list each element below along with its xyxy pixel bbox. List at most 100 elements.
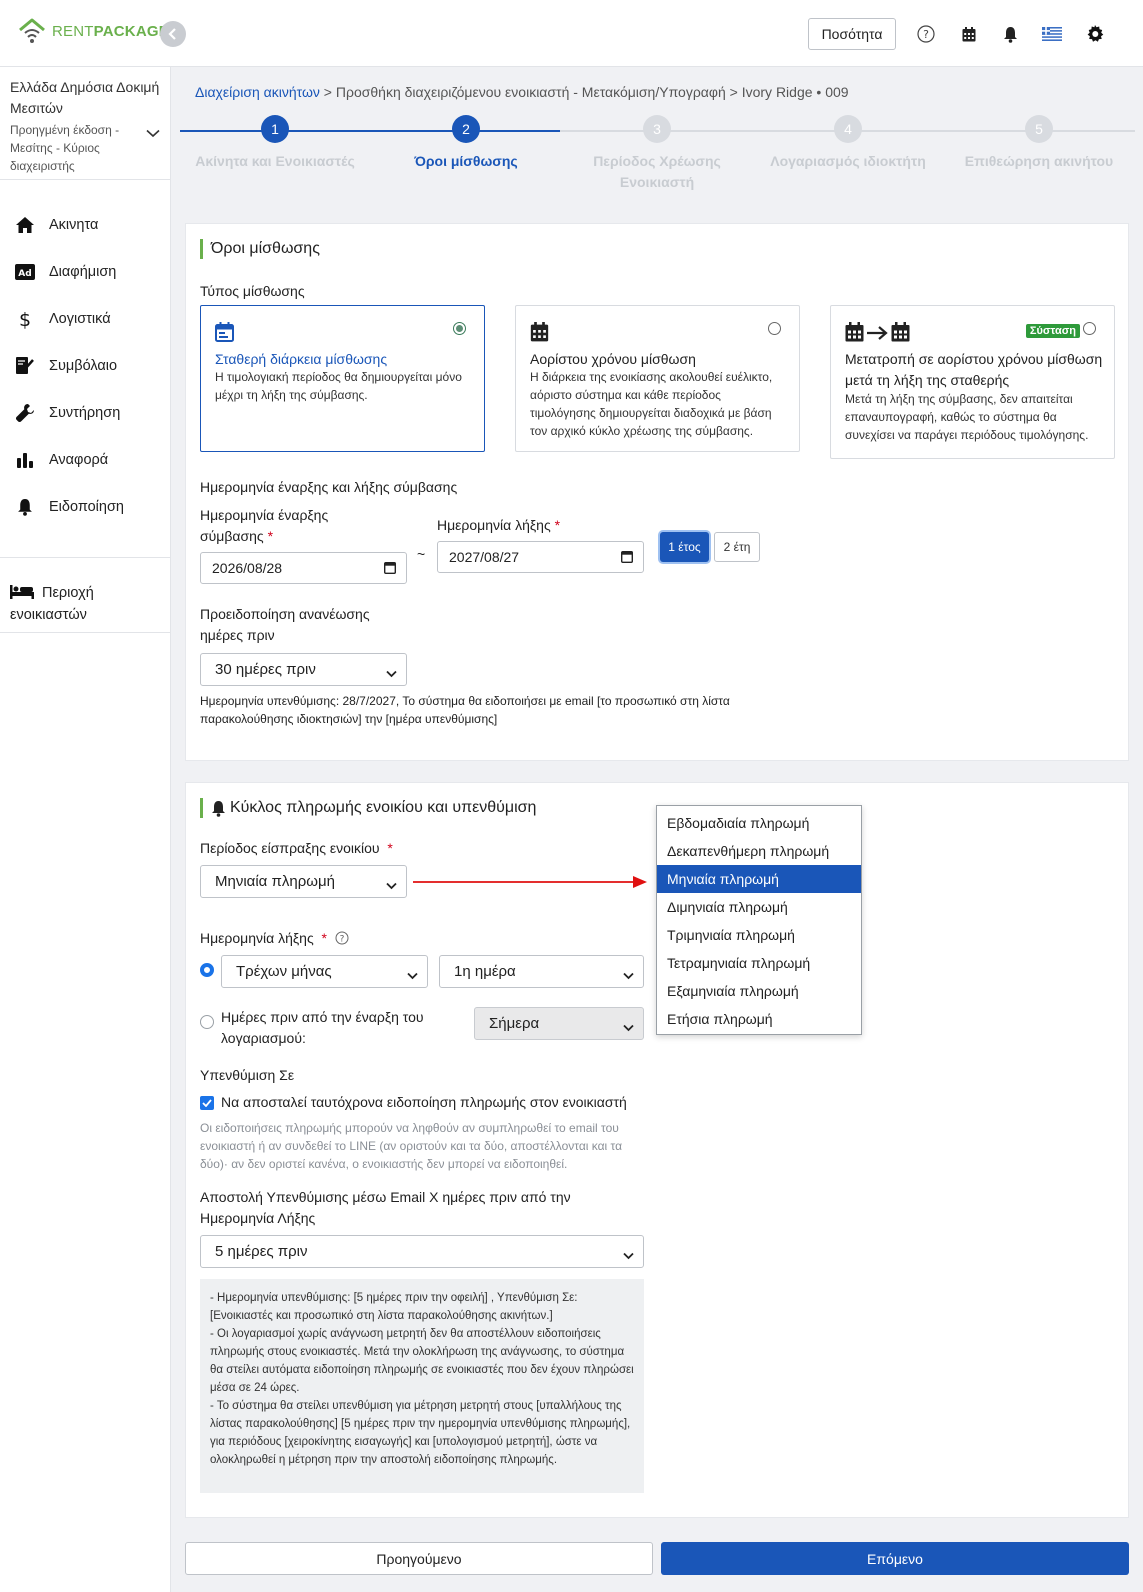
greek-flag-icon[interactable] <box>1040 22 1064 46</box>
rent-period-select[interactable]: Μηνιαία πληρωμή <box>200 865 407 898</box>
remind-to-label: Υπενθύμιση Σε <box>200 1067 295 1083</box>
step-2[interactable]: 2 Όροι μίσθωσης <box>371 115 561 172</box>
lease-option-description: Μετά τη λήξη της σύμβασης, δεν απαιτείτα… <box>845 392 1089 442</box>
sidebar: Ελλάδα Δημόσια Δοκιμή Μεσιτών Προηγμένη … <box>0 67 171 1592</box>
due-month-select[interactable]: Τρέχων μήνας <box>221 955 428 988</box>
help-icon[interactable]: ? <box>335 931 349 945</box>
dropdown-option-semiannual[interactable]: Εξαμηνιαία πληρωμή <box>657 977 861 1005</box>
chevron-down-icon[interactable] <box>146 125 160 141</box>
email-reminder-value: 5 ημέρες πριν <box>215 1243 308 1260</box>
lease-option-fixed[interactable]: Σταθερή διάρκεια μίσθωσης Η τιμολογιακή … <box>200 305 485 452</box>
renewal-days-select[interactable]: 30 ημέρες πριν <box>200 653 407 686</box>
sidebar-item-maintenance[interactable]: Συντήρηση <box>14 402 120 424</box>
notification-bell-icon[interactable] <box>998 22 1022 46</box>
email-reminder-select[interactable]: 5 ημέρες πριν <box>200 1235 644 1268</box>
step-number: 2 <box>452 115 480 143</box>
dropdown-option-biweekly[interactable]: Δεκαπενθήμερη πληρωμή <box>657 837 861 865</box>
breadcrumb-properties-link[interactable]: Διαχείριση ακινήτων <box>195 84 320 100</box>
sidebar-item-tenant-area[interactable]: Περιοχή ενοικιαστών <box>10 582 150 626</box>
days-before-label: Ημέρες πριν από την έναρξη του λογαριασμ… <box>221 1009 424 1046</box>
lease-option-convert[interactable]: Σύσταση Μετατροπή σε αορίστου χρόνου μίσ… <box>830 305 1115 459</box>
two-years-button[interactable]: 2 έτη <box>714 532 760 562</box>
sidebar-item-label: Αναφορά <box>49 452 109 468</box>
lease-type-label: Τύπος μίσθωσης <box>200 283 305 299</box>
dropdown-option-annual[interactable]: Ετήσια πληρωμή <box>657 1005 861 1033</box>
sidebar-item-contract[interactable]: Συμβόλαιο <box>14 355 117 377</box>
svg-text:?: ? <box>923 28 929 41</box>
bed-icon <box>10 585 34 599</box>
sidebar-item-notification[interactable]: Ειδοποίηση <box>14 496 124 518</box>
step-5[interactable]: 5 Επιθεώρηση ακινήτου <box>944 115 1134 172</box>
sidebar-item-advertising[interactable]: Ad Διαφήμιση <box>14 261 116 283</box>
step-label: Επιθεώρηση ακινήτου <box>964 153 1114 169</box>
checkmark-icon <box>202 1099 212 1107</box>
renewal-days-value: 30 ημέρες πριν <box>215 661 316 678</box>
calendar-icon[interactable] <box>957 22 981 46</box>
lease-option-description: Η τιμολογιακή περίοδος θα δημιουργείται … <box>215 370 462 402</box>
breadcrumb-separator: > <box>729 84 738 100</box>
dropdown-option-four-monthly[interactable]: Τετραμηνιαία πληρωμή <box>657 949 861 977</box>
calendar-icon[interactable] <box>620 550 634 566</box>
lease-option-radio[interactable] <box>1083 322 1096 335</box>
sidebar-item-label: Λογιστικά <box>49 311 111 327</box>
lease-terms-title: Όροι μίσθωσης <box>200 239 320 259</box>
sidebar-item-label: Συμβόλαιο <box>49 358 118 374</box>
lease-option-radio[interactable] <box>453 322 466 335</box>
chevron-down-icon <box>407 967 418 984</box>
breadcrumb: Διαχείριση ακινήτων > Προσθήκη διαχειριζ… <box>195 84 849 100</box>
calendar-icon[interactable] <box>383 561 397 577</box>
next-button[interactable]: Επόμενο <box>661 1542 1129 1575</box>
due-date-label: Ημερομηνία λήξης * ? <box>200 928 349 949</box>
lease-option-radio[interactable] <box>768 322 781 335</box>
sidebar-item-properties[interactable]: Ακινητα <box>14 214 98 236</box>
step-1[interactable]: 1 Ακίνητα και Ενοικιαστές <box>180 115 370 172</box>
days-before-select[interactable]: Σήμερα <box>474 1007 644 1040</box>
lease-option-description: Η διάρκεια της ενοικίασης ακολουθεί ευέλ… <box>530 370 773 438</box>
current-month-radio[interactable] <box>200 963 214 977</box>
step-number: 4 <box>834 115 862 143</box>
dropdown-option-monthly[interactable]: Μηνιαία πληρωμή <box>657 865 861 893</box>
sidebar-item-accounting[interactable]: $ Λογιστικά <box>14 308 111 330</box>
start-date-value: 2026/08/28 <box>212 560 283 576</box>
step-label: Περίοδος Χρέωσης Ενοικιαστή <box>593 153 721 190</box>
previous-button[interactable]: Προηγούμενο <box>185 1542 653 1575</box>
due-day-select[interactable]: 1η ημέρα <box>439 955 644 988</box>
wizard-stepper: 1 Ακίνητα και Ενοικιαστές 2 Όροι μίσθωση… <box>180 115 1135 200</box>
organization-switcher[interactable]: Ελλάδα Δημόσια Δοκιμή Μεσιτών Προηγμένη … <box>10 77 160 175</box>
chevron-left-icon <box>168 28 176 40</box>
sidebar-divider <box>0 632 171 633</box>
top-bar: RENTPACKAGE Ποσότητα ? <box>0 0 1143 67</box>
end-date-input[interactable]: 2027/08/27 <box>437 541 644 573</box>
sidebar-item-report[interactable]: Αναφορά <box>14 449 108 471</box>
dropdown-option-bimonthly[interactable]: Διμηνιαία πληρωμή <box>657 893 861 921</box>
start-date-input[interactable]: 2026/08/28 <box>200 552 407 584</box>
breadcrumb-current: Ivory Ridge • 009 <box>741 84 849 100</box>
notify-tenant-checkbox[interactable] <box>200 1096 214 1110</box>
gear-icon[interactable] <box>1083 22 1107 46</box>
days-before-radio[interactable] <box>200 1015 214 1029</box>
step-3[interactable]: 3 Περίοδος Χρέωσης Ενοικιαστή <box>562 115 752 193</box>
dropdown-option-quarterly[interactable]: Τριμηνιαία πληρωμή <box>657 921 861 949</box>
step-label: Όροι μίσθωσης <box>414 153 518 169</box>
chevron-down-icon <box>623 1019 634 1036</box>
lease-option-title: Μετατροπή σε αορίστου χρόνου μίσθωση μετ… <box>845 351 1103 388</box>
end-date-label: Ημερομηνία λήξης * <box>437 517 561 533</box>
email-reminder-label: Αποστολή Υπενθύμισης μέσω Email Χ ημέρες… <box>200 1189 571 1226</box>
start-date-label: Ημερομηνία έναρξης σύμβασης * <box>200 507 329 544</box>
calendar-arrow-calendar-icon <box>845 322 911 345</box>
rent-period-dropdown-list: Εβδομαδιαία πληρωμή Δεκαπενθήμερη πληρωμ… <box>656 805 862 1035</box>
lease-option-indefinite[interactable]: Αορίστου χρόνου μίσθωση Η διάρκεια της ε… <box>515 305 800 452</box>
organization-name: Ελλάδα Δημόσια Δοκιμή Μεσιτών <box>10 79 160 116</box>
step-number: 1 <box>261 115 289 143</box>
step-4[interactable]: 4 Λογαριασμός ιδιοκτήτη <box>753 115 943 172</box>
logo[interactable]: RENTPACKAGE <box>18 18 169 44</box>
sidebar-item-label: Ακινητα <box>49 217 99 233</box>
collapse-sidebar-button[interactable] <box>160 21 186 47</box>
dropdown-option-weekly[interactable]: Εβδομαδιαία πληρωμή <box>657 809 861 837</box>
rent-period-label-text: Περίοδος είσπραξης ενοικίου <box>200 840 380 856</box>
one-year-button[interactable]: 1 έτος <box>660 532 709 562</box>
quantity-button[interactable]: Ποσότητα <box>808 18 896 50</box>
help-icon[interactable]: ? <box>914 22 938 46</box>
calendar-icon <box>530 322 549 345</box>
chevron-down-icon <box>386 877 397 894</box>
